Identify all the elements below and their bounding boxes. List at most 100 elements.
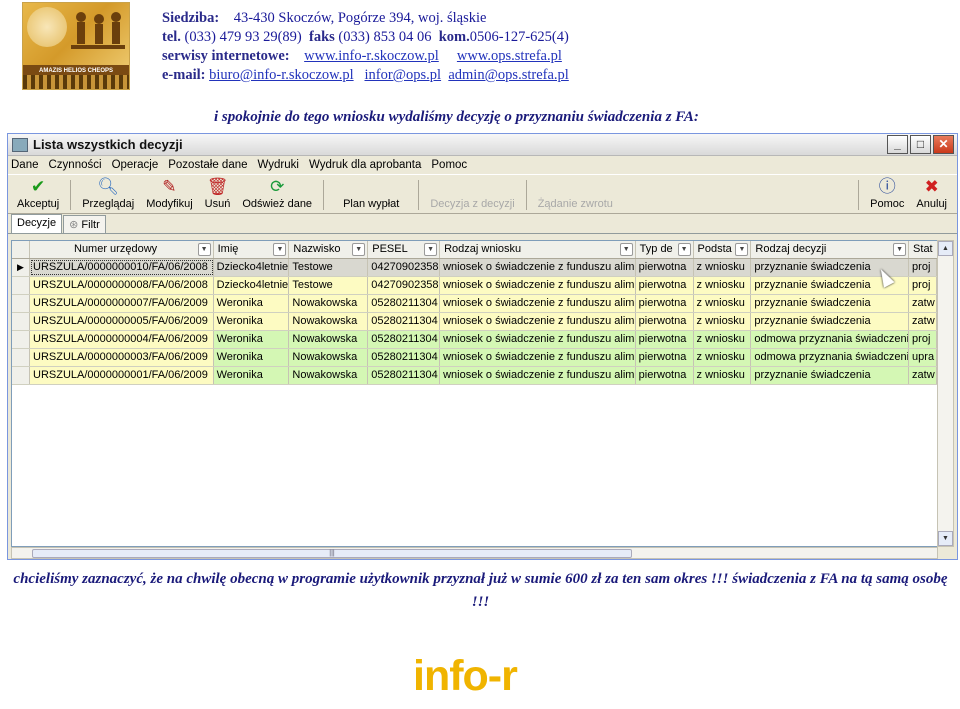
help-label: Pomoc: [870, 198, 905, 210]
header-imie[interactable]: Imię ▼: [214, 241, 290, 258]
trash-icon: 🗑︎: [206, 177, 229, 196]
cell-rodzaj-decyzji: przyznanie świadczenia: [751, 367, 910, 384]
table-row[interactable]: URSZULA/0000000001/FA/06/2009 Weronika N…: [12, 367, 937, 385]
decision-from-decision-button[interactable]: Decyzja z decyzji: [424, 177, 520, 213]
cell-status: zatw: [909, 367, 937, 384]
menu-czynnosci[interactable]: Czynności: [49, 159, 102, 171]
cell-nazwisko: Nowakowska: [289, 367, 369, 384]
payment-plan-button[interactable]: Plan wypłat: [329, 177, 413, 213]
refund-request-button[interactable]: Żądanie zwrotu: [532, 177, 619, 213]
browse-button[interactable]: 🔍︎ Przeglądaj: [76, 177, 140, 213]
header-rodzaj-decyzji[interactable]: Rodzaj decyzji ▼: [751, 241, 910, 258]
tab-filtr[interactable]: ⊛ Filtr: [63, 215, 106, 233]
grid-header-row: Numer urzędowy ▼ Imię ▼ Nazwisko ▼ PESEL ▼ R…: [12, 241, 937, 259]
scroll-down-icon[interactable]: ▼: [938, 531, 953, 546]
intro-text: i spokojnie do tego wniosku wydaliśmy de…: [214, 109, 699, 125]
chevron-down-icon[interactable]: ▼: [893, 243, 907, 256]
header-typ-decyzji[interactable]: Typ de ▼: [636, 241, 694, 258]
window-titlebar[interactable]: Lista wszystkich decyzji _ □ ✕: [8, 134, 957, 156]
header-rodzaj-wniosku[interactable]: Rodzaj wniosku ▼: [440, 241, 636, 258]
chevron-down-icon[interactable]: ▼: [424, 243, 438, 256]
horizontal-scrollbar[interactable]: |||: [11, 547, 938, 559]
header-label: Nazwisko: [293, 243, 341, 255]
cell-podstawa: z wniosku: [693, 367, 752, 384]
menu-dane[interactable]: Dane: [11, 159, 39, 171]
seat-value: 43-430 Skoczów, Pogórze 394, woj. śląski…: [233, 10, 487, 26]
header-podstawa[interactable]: Podsta ▼: [694, 241, 752, 258]
refund-request-label: Żądanie zwrotu: [537, 198, 613, 210]
cell-nazwisko: Nowakowska: [289, 295, 369, 312]
website-link-info-r[interactable]: www.info-r.skoczow.pl: [304, 48, 439, 64]
menu-operacje[interactable]: Operacje: [112, 159, 159, 171]
decisions-grid[interactable]: Numer urzędowy ▼ Imię ▼ Nazwisko ▼ PESEL ▼ R…: [11, 240, 938, 547]
horizontal-scroll-thumb[interactable]: |||: [32, 549, 632, 558]
filter-icon: ⊛: [69, 219, 79, 231]
logo-hieroglyph-strip: [23, 75, 129, 89]
row-indicator: [12, 349, 30, 366]
accept-button[interactable]: ✔ Akceptuj: [11, 177, 65, 213]
chevron-down-icon[interactable]: ▼: [677, 243, 691, 256]
cell-nazwisko: Testowe: [289, 259, 369, 276]
delete-button[interactable]: 🗑︎ Usuń: [199, 177, 237, 213]
menu-wydruk-aprobant[interactable]: Wydruk dla aprobanta: [309, 159, 421, 171]
tel-value: (033) 479 93 29(89): [184, 29, 302, 45]
cell-imie: Weronika: [213, 349, 290, 366]
menu-wydruki[interactable]: Wydruki: [258, 159, 299, 171]
cell-imie: Dziecko4letnie: [213, 277, 290, 294]
table-row[interactable]: ▶ URSZULA/0000000010/FA/06/2008 Dziecko4…: [12, 259, 937, 277]
table-row[interactable]: URSZULA/0000000005/FA/06/2009 Weronika N…: [12, 313, 937, 331]
company-logo: AMAZIS HELIOS CHEOPS: [22, 2, 130, 90]
modify-button[interactable]: ✎ Modyfikuj: [140, 177, 198, 213]
chevron-down-icon[interactable]: ▼: [619, 243, 633, 256]
close-button[interactable]: ✕: [933, 135, 954, 154]
cell-status: zatw: [909, 295, 937, 312]
maximize-button[interactable]: □: [910, 135, 931, 154]
scroll-up-icon[interactable]: ▲: [938, 241, 953, 256]
table-row[interactable]: URSZULA/0000000003/FA/06/2009 Weronika N…: [12, 349, 937, 367]
email-link-infor[interactable]: infor@ops.pl: [364, 67, 441, 83]
email-link-biuro[interactable]: biuro@info-r.skoczow.pl: [209, 67, 354, 83]
cell-imie: Weronika: [213, 313, 290, 330]
cell-typ: pierwotna: [635, 259, 694, 276]
toolbar-separator: [418, 180, 420, 210]
table-row[interactable]: URSZULA/0000000008/FA/06/2008 Dziecko4le…: [12, 277, 937, 295]
header-pesel[interactable]: PESEL ▼: [368, 241, 441, 258]
chevron-down-icon[interactable]: ▼: [352, 243, 366, 256]
cell-pesel: 05280211304: [368, 313, 441, 330]
cell-rodzaj-decyzji: przyznanie świadczenia: [751, 313, 910, 330]
cell-pesel: 05280211304: [368, 349, 441, 366]
cell-numer: URSZULA/0000000004/FA/06/2009: [30, 331, 214, 348]
header-label: Stat: [913, 243, 933, 255]
menu-pomoc[interactable]: Pomoc: [431, 159, 467, 171]
minimize-button[interactable]: _: [887, 135, 908, 154]
tab-decyzje[interactable]: Decyzje: [11, 214, 63, 233]
cell-pesel: 04270902358: [368, 259, 441, 276]
chevron-down-icon[interactable]: ▼: [273, 243, 287, 256]
website-link-ops[interactable]: www.ops.strefa.pl: [457, 48, 562, 64]
info-r-logo: info-r: [413, 652, 518, 700]
header-status[interactable]: Stat: [909, 241, 937, 258]
help-button[interactable]: ⓘ Pomoc: [864, 177, 910, 213]
checkmark-icon: ✔: [30, 177, 46, 196]
cell-pesel: 05280211304: [368, 367, 441, 384]
email-link-admin[interactable]: admin@ops.strefa.pl: [448, 67, 568, 83]
cell-typ: pierwotna: [635, 313, 694, 330]
app-icon: [12, 137, 28, 152]
table-row[interactable]: URSZULA/0000000004/FA/06/2009 Weronika N…: [12, 331, 937, 349]
refresh-button[interactable]: ⟳ Odśwież dane: [236, 177, 318, 213]
chevron-down-icon[interactable]: ▼: [735, 243, 749, 256]
menu-pozostale-dane[interactable]: Pozostałe dane: [168, 159, 247, 171]
help-icon: ⓘ: [878, 177, 896, 196]
header-numer-urzedowy[interactable]: Numer urzędowy ▼: [30, 241, 214, 258]
vertical-scrollbar[interactable]: ▲ ▼: [937, 240, 954, 547]
cancel-button[interactable]: ✖ Anuluj: [910, 177, 957, 213]
cell-numer: URSZULA/0000000003/FA/06/2009: [30, 349, 214, 366]
chevron-down-icon[interactable]: ▼: [197, 243, 211, 256]
cell-typ: pierwotna: [635, 367, 694, 384]
table-row[interactable]: URSZULA/0000000007/FA/06/2009 Weronika N…: [12, 295, 937, 313]
header-nazwisko[interactable]: Nazwisko ▼: [289, 241, 369, 258]
cell-imie: Dziecko4letnie: [213, 259, 290, 276]
modify-label: Modyfikuj: [146, 198, 193, 210]
cancel-label: Anuluj: [916, 198, 947, 210]
